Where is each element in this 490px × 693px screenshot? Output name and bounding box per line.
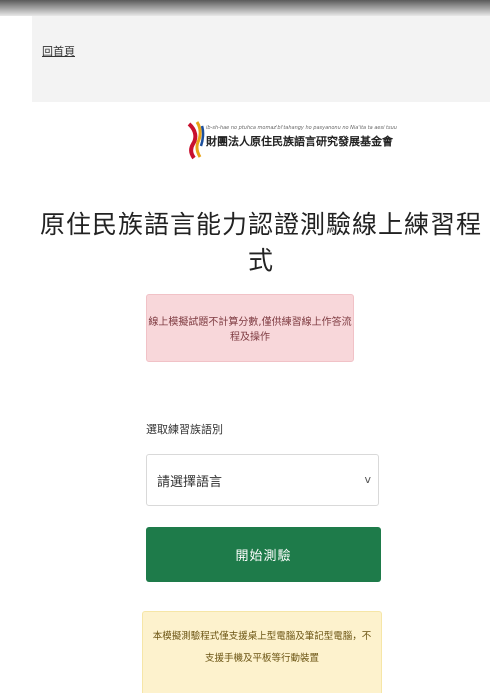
home-link[interactable]: 回首頁 <box>42 43 75 59</box>
start-test-button-label: 開始測驗 <box>235 549 292 564</box>
chevron-down-icon: v <box>364 473 371 486</box>
language-select-value: 請選擇語言 <box>157 475 223 490</box>
foundation-logo: ib-sh-hae no ptuhca momaz'bi'tahangy ho … <box>187 120 397 166</box>
page: 回首頁 ib-sh-hae no ptuhca momaz'bi'tahangy… <box>0 0 490 693</box>
foundation-logo-icon <box>187 121 205 160</box>
organization-name: 財團法人原住民族語言研究發展基金會 <box>206 135 393 148</box>
device-support-notice: 本模擬測驗程式僅支援桌上型電腦及筆記型電腦，不支援手機及平板等行動裝置 <box>142 611 382 693</box>
logo-tagline: ib-sh-hae no ptuhca momaz'bi'tahangy ho … <box>206 125 397 131</box>
device-support-notice-text: 本模擬測驗程式僅支援桌上型電腦及筆記型電腦，不支援手機及平板等行動裝置 <box>152 631 372 664</box>
practice-notice: 線上模擬試題不計算分數,僅供練習線上作答流程及操作 <box>146 294 354 362</box>
page-title: 原住民族語言能力認證測驗線上練習程式 <box>39 210 482 275</box>
language-select[interactable]: 請選擇語言 v <box>146 454 379 506</box>
start-test-button[interactable]: 開始測驗 <box>146 527 381 582</box>
top-edge-shadow <box>0 0 490 16</box>
language-label: 選取練習族語別 <box>146 423 223 436</box>
top-bar: 回首頁 <box>32 16 490 102</box>
practice-notice-text: 線上模擬試題不計算分數,僅供練習線上作答流程及操作 <box>148 317 352 343</box>
